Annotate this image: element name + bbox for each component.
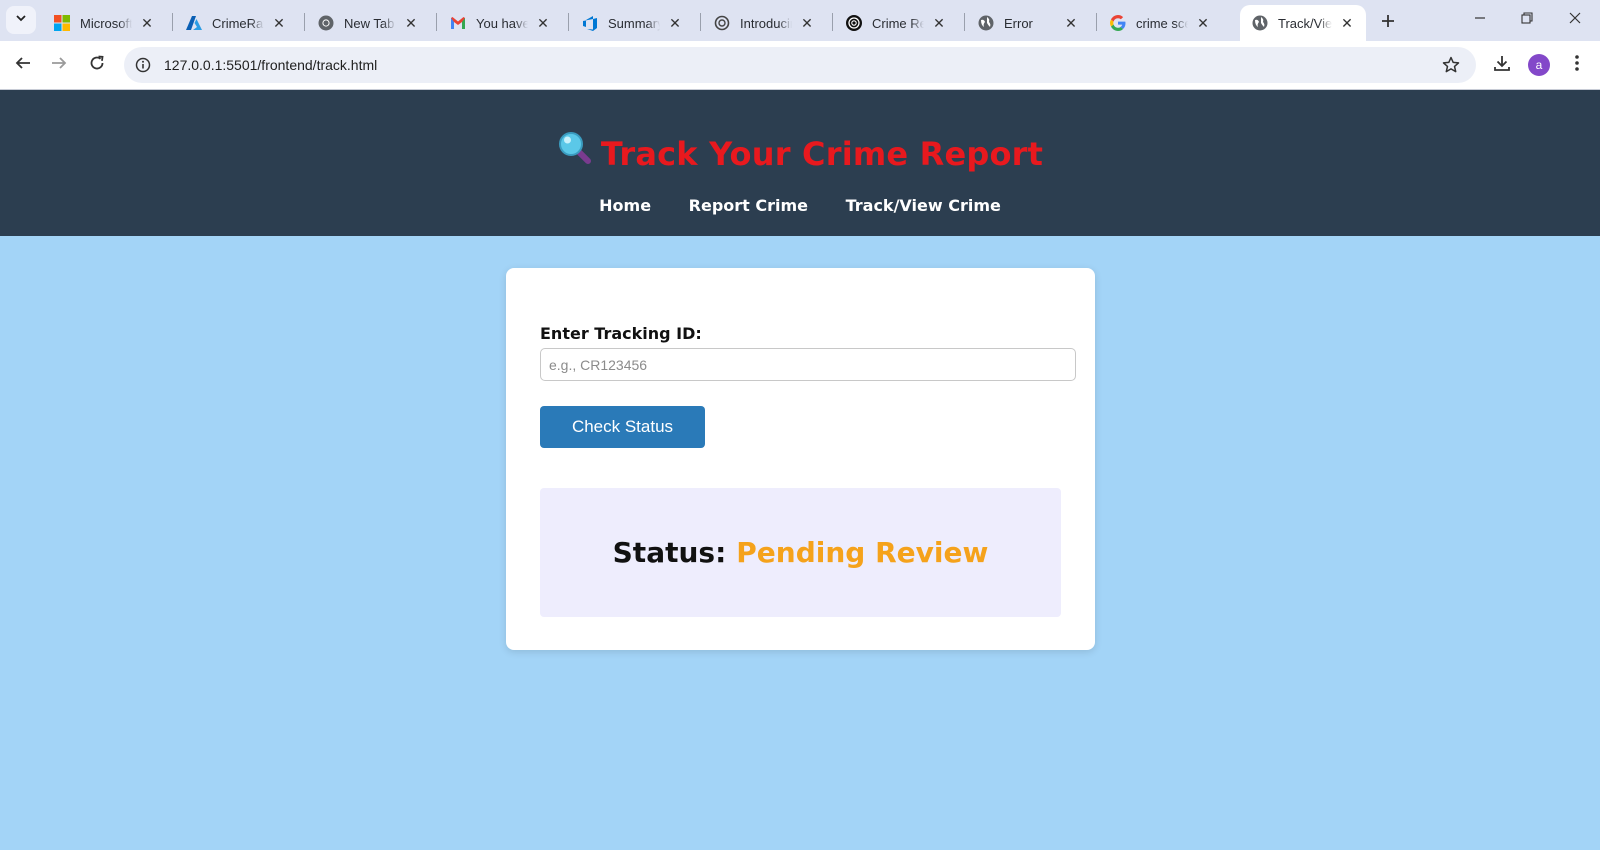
page-title: Track Your Crime Report [0, 132, 1600, 178]
site-info-icon[interactable] [132, 54, 154, 76]
browser-toolbar: 127.0.0.1:5501/frontend/track.html a [0, 41, 1600, 90]
kebab-menu-icon [1574, 54, 1580, 77]
magnifying-glass-icon [557, 130, 593, 174]
tab-title: Introducing [740, 15, 792, 31]
gmail-icon [450, 15, 466, 31]
nav-report-crime-link[interactable]: Report Crime [689, 196, 808, 215]
tab-title: crime scene [1136, 15, 1188, 31]
openai-icon [846, 15, 862, 31]
reload-icon [89, 55, 105, 76]
tab-microsoft-azure[interactable]: Microsoft Azure ✕ [42, 5, 166, 41]
status-label: Status: [612, 536, 727, 569]
check-status-button[interactable]: Check Status [540, 406, 705, 448]
tab-title: You have been [476, 15, 528, 31]
minimize-icon [1474, 11, 1486, 29]
menu-button[interactable] [1561, 49, 1593, 81]
tab-track-view[interactable]: Track/View ✕ [1240, 5, 1366, 41]
close-tab-icon[interactable]: ✕ [798, 14, 816, 32]
close-tab-icon[interactable]: ✕ [1062, 14, 1080, 32]
close-tab-icon[interactable]: ✕ [1338, 14, 1356, 32]
avatar: a [1528, 54, 1550, 76]
google-icon [1110, 15, 1126, 31]
close-tab-icon[interactable]: ✕ [666, 14, 684, 32]
tracking-id-input[interactable] [540, 348, 1076, 381]
page-title-text: Track Your Crime Report [600, 135, 1044, 173]
tab-title: Summary [608, 15, 660, 31]
status-panel: Status: Pending Review [540, 488, 1061, 617]
openai-icon [714, 15, 730, 31]
tab-title: Error [1004, 15, 1033, 31]
tab-gmail[interactable]: You have been ✕ [438, 5, 562, 41]
microsoft-logo-icon [54, 15, 70, 31]
globe-icon [1252, 15, 1268, 31]
tab-crime-report[interactable]: Crime Report ✕ [834, 5, 958, 41]
tab-error[interactable]: Error ✕ [966, 5, 1090, 41]
tracking-card: Enter Tracking ID: Check Status Status: … [506, 268, 1095, 650]
azure-logo-icon [186, 15, 202, 31]
close-tab-icon[interactable]: ✕ [402, 14, 420, 32]
minimize-button[interactable] [1457, 0, 1503, 40]
arrow-left-icon [15, 55, 31, 76]
restore-button[interactable] [1504, 0, 1550, 40]
close-tab-icon[interactable]: ✕ [270, 14, 288, 32]
restore-icon [1521, 11, 1533, 29]
arrow-right-icon [51, 55, 67, 76]
close-icon [1569, 11, 1581, 29]
downloads-button[interactable] [1486, 49, 1518, 81]
reload-button[interactable] [81, 49, 113, 81]
close-tab-icon[interactable]: ✕ [930, 14, 948, 32]
tab-crime-scene[interactable]: crime scene ✕ [1098, 5, 1222, 41]
back-button[interactable] [7, 49, 39, 81]
close-tab-icon[interactable]: ✕ [1194, 14, 1212, 32]
status-value: Pending Review [736, 536, 989, 569]
close-window-button[interactable] [1552, 0, 1598, 40]
site-header: Track Your Crime Report Home Report Crim… [0, 90, 1600, 236]
tab-strip: Microsoft Azure ✕ CrimeRate ✕ New Tab ✕ … [0, 0, 1600, 41]
tab-introducing[interactable]: Introducing ✕ [702, 5, 826, 41]
tab-title: Crime Report [872, 15, 924, 31]
nav-track-view-crime-link[interactable]: Track/View Crime [846, 196, 1001, 215]
azure-devops-icon [582, 15, 598, 31]
tab-search-button[interactable] [6, 6, 36, 34]
url-text: 127.0.0.1:5501/frontend/track.html [164, 57, 378, 73]
tab-new-tab[interactable]: New Tab ✕ [306, 5, 430, 41]
close-tab-icon[interactable]: ✕ [534, 14, 552, 32]
tab-title: Track/View [1278, 15, 1332, 31]
new-tab-button[interactable] [1374, 7, 1402, 35]
tab-summary[interactable]: Summary ✕ [570, 5, 694, 41]
forward-button[interactable] [43, 49, 75, 81]
tracking-id-label: Enter Tracking ID: [540, 324, 702, 343]
tab-title: New Tab [344, 15, 395, 31]
tab-crimerate[interactable]: CrimeRate ✕ [174, 5, 298, 41]
close-tab-icon[interactable]: ✕ [138, 14, 156, 32]
address-bar[interactable]: 127.0.0.1:5501/frontend/track.html [124, 47, 1476, 83]
tab-title: Microsoft Azure [80, 15, 132, 31]
download-icon [1493, 54, 1511, 77]
site-nav: Home Report Crime Track/View Crime [0, 196, 1600, 215]
tab-title: CrimeRate [212, 15, 264, 31]
plus-icon [1381, 8, 1395, 34]
chevron-down-icon [15, 11, 27, 29]
nav-home-link[interactable]: Home [599, 196, 651, 215]
chrome-icon [318, 15, 334, 31]
globe-icon [978, 15, 994, 31]
bookmark-star-icon[interactable] [1440, 54, 1462, 76]
profile-button[interactable]: a [1523, 49, 1555, 81]
